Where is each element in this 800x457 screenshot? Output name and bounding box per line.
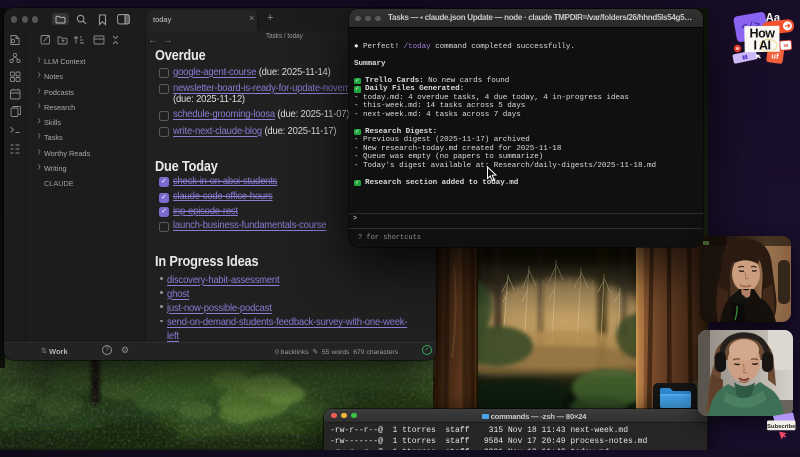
svg-text:Subscribe: Subscribe: [767, 424, 796, 430]
svg-text:I AI: I AI: [754, 39, 771, 53]
